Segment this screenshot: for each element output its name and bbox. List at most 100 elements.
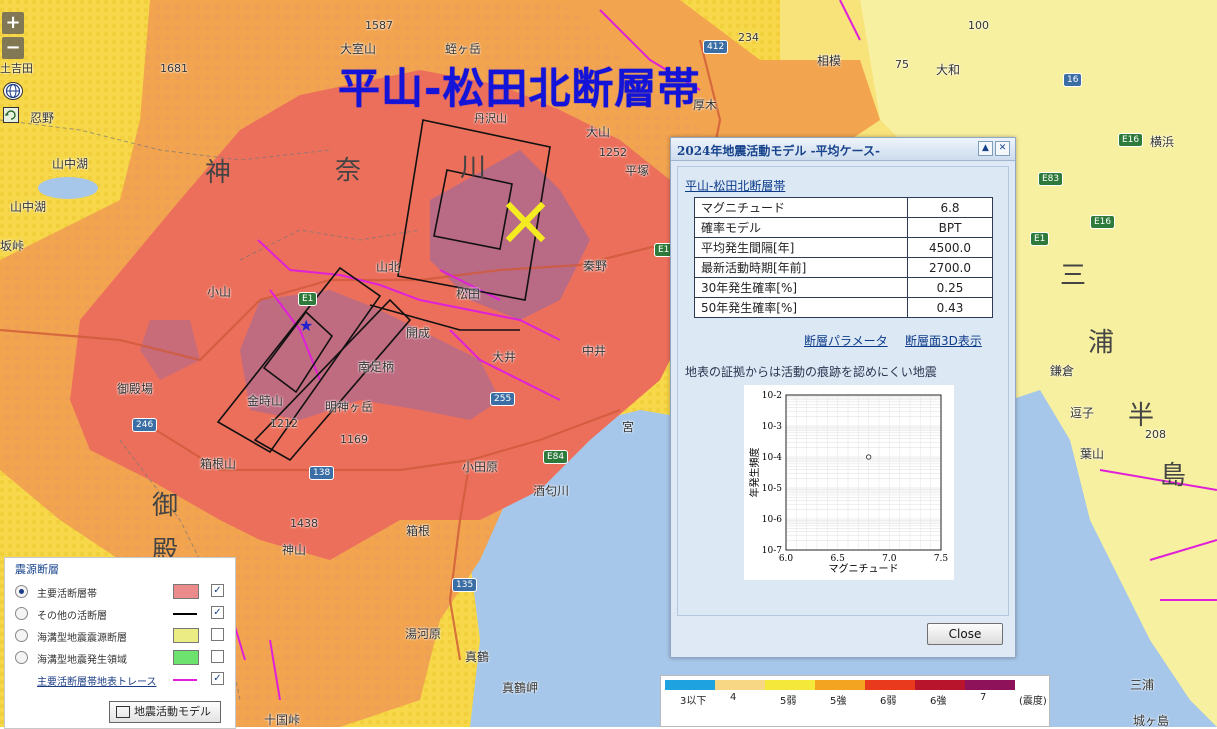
param-key: 最新活動時期[年前] — [694, 257, 908, 278]
place-label: 大和 — [936, 63, 961, 77]
place-label: 208 — [1145, 428, 1166, 441]
road-badge: E1 — [1030, 232, 1050, 246]
layer-radio[interactable] — [15, 629, 28, 642]
place-label: 葉山 — [1080, 447, 1105, 461]
place-label: 相模 — [817, 54, 842, 68]
param-row: 30年発生確率[%] 0.25 — [694, 277, 993, 298]
place-label: 平塚 — [625, 164, 650, 178]
place-label: 箱根山 — [200, 457, 237, 471]
place-label: 小山 — [207, 285, 232, 299]
place-label: 234 — [738, 31, 759, 44]
layer-checkbox[interactable]: ✓ — [211, 672, 224, 685]
road-badge: 255 — [490, 392, 516, 406]
zoom-out-button[interactable]: − — [2, 37, 24, 59]
layer-radio[interactable] — [15, 607, 28, 620]
place-label: 御殿場 — [117, 382, 154, 396]
legend-row: 主要活断層帯 ✓ — [13, 583, 233, 601]
zoom-in-button[interactable]: + — [2, 12, 24, 34]
fault-3d-link[interactable]: 断層面3D表示 — [905, 332, 982, 349]
y-tick-label: 10-4 — [762, 453, 782, 463]
close-button[interactable]: Close — [927, 623, 1003, 645]
place-label: 川 — [460, 153, 487, 183]
param-row: 50年発生確率[%] 0.43 — [694, 297, 993, 318]
legend-swatch — [173, 650, 199, 665]
param-key: マグニチュード — [694, 197, 908, 218]
road-badge: E16 — [1118, 133, 1144, 147]
place-label: 三 — [1060, 261, 1087, 291]
intensity-color — [815, 680, 866, 690]
intensity-scale: 3以下 4 5弱 5強 6弱 6強 7 (震度) — [660, 675, 1050, 727]
layer-radio[interactable] — [15, 651, 28, 664]
globe-icon[interactable] — [3, 82, 23, 100]
data-point — [866, 454, 872, 460]
collapse-icon[interactable]: ▲ — [978, 141, 993, 156]
layer-checkbox[interactable] — [211, 650, 224, 663]
earthquake-model-dialog: 2024年地震活動モデル -平均ケース- ▲ ✕ 平山-松田北断層帯 マグニチュ… — [670, 137, 1016, 658]
road-badge: 138 — [309, 466, 335, 480]
layer-checkbox[interactable] — [211, 628, 224, 641]
place-label: 1587 — [365, 19, 393, 32]
legend-row: 主要活断層帯地表トレース ✓ — [13, 671, 233, 689]
fault-zone-title: 平山-松田北断層帯 — [338, 64, 701, 113]
place-label: 真鶴 — [465, 650, 490, 664]
fault-parameter-link[interactable]: 断層パラメータ — [804, 332, 888, 349]
road-badge: 246 — [132, 418, 158, 432]
place-label: 大山 — [586, 125, 611, 139]
place-label: 1212 — [270, 417, 298, 430]
place-label: 酒匂川 — [533, 484, 570, 498]
y-tick-label: 10-7 — [762, 546, 782, 556]
intensity-label: 5強 — [830, 696, 847, 707]
param-value: 6.8 — [907, 197, 993, 218]
road-badge: 412 — [703, 40, 729, 54]
param-row: 確率モデル BPT — [694, 217, 993, 238]
place-label: 湯河原 — [405, 627, 442, 641]
road-badge: E84 — [543, 450, 569, 464]
x-tick-label: 7.5 — [934, 554, 949, 564]
parameter-table: マグニチュード 6.8 確率モデル BPT 平均発生間隔[年] 4500.0 最新活動時期[… — [694, 197, 993, 318]
param-key: 50年発生確率[%] — [694, 297, 908, 318]
place-label: 土吉田 — [0, 62, 33, 75]
place-label: 三浦 — [1130, 678, 1155, 692]
fault-name-link[interactable]: 平山-松田北断層帯 — [685, 177, 785, 194]
intensity-color — [865, 680, 916, 690]
legend-label: 海溝型地震震源断層 — [37, 633, 127, 644]
road-badge: 16 — [1063, 73, 1083, 87]
place-label: 開成 — [406, 326, 431, 340]
legend-swatch — [173, 584, 199, 599]
intensity-color — [915, 680, 966, 690]
place-label: 横浜 — [1150, 135, 1175, 149]
place-label: 島 — [1160, 461, 1187, 491]
y-tick-label: 10-5 — [762, 484, 782, 494]
y-tick-label: 10-2 — [762, 391, 782, 401]
legend-row: 海溝型地震震源断層 — [13, 627, 233, 645]
y-tick-label: 10-6 — [762, 515, 782, 525]
place-label: 100 — [968, 19, 989, 32]
intensity-color — [965, 680, 1016, 690]
dialog-title: 2024年地震活動モデル -平均ケース- — [677, 144, 880, 158]
dialog-titlebar[interactable]: 2024年地震活動モデル -平均ケース- ▲ ✕ — [671, 138, 1015, 161]
place-label: 忍野 — [30, 111, 55, 125]
param-row: 最新活動時期[年前] 2700.0 — [694, 257, 993, 278]
place-label: 半 — [1128, 401, 1155, 431]
layer-checkbox[interactable]: ✓ — [211, 584, 224, 597]
place-label: 1438 — [290, 517, 318, 530]
param-row: 平均発生間隔[年] 4500.0 — [694, 237, 993, 258]
layer-checkbox[interactable]: ✓ — [211, 606, 224, 619]
place-label: 神 — [205, 158, 232, 188]
place-label: 宮 — [622, 420, 635, 434]
param-key: 確率モデル — [694, 217, 908, 238]
intensity-color — [665, 680, 716, 690]
legend-row: 海溝型地震発生領域 — [13, 649, 233, 667]
road-badge: 135 — [452, 578, 478, 592]
legend-label: 海溝型地震発生領域 — [37, 655, 127, 666]
refresh-icon[interactable] — [3, 107, 19, 123]
layer-radio[interactable] — [15, 585, 28, 598]
close-icon[interactable]: ✕ — [995, 141, 1010, 156]
legend-panel: 震源断層 主要活断層帯 ✓ その他の活断層 ✓ 海溝型地震震源断層 海溝型地震発生領域 主要… — [4, 557, 236, 729]
earthquake-model-button[interactable]: 地震活動モデル — [109, 701, 221, 723]
place-label: 十国峠 — [264, 713, 301, 727]
legend-swatch — [173, 613, 197, 615]
legend-label[interactable]: 主要活断層帯地表トレース — [37, 673, 157, 688]
place-label: 1252 — [599, 146, 627, 159]
place-label: 1681 — [160, 62, 188, 75]
